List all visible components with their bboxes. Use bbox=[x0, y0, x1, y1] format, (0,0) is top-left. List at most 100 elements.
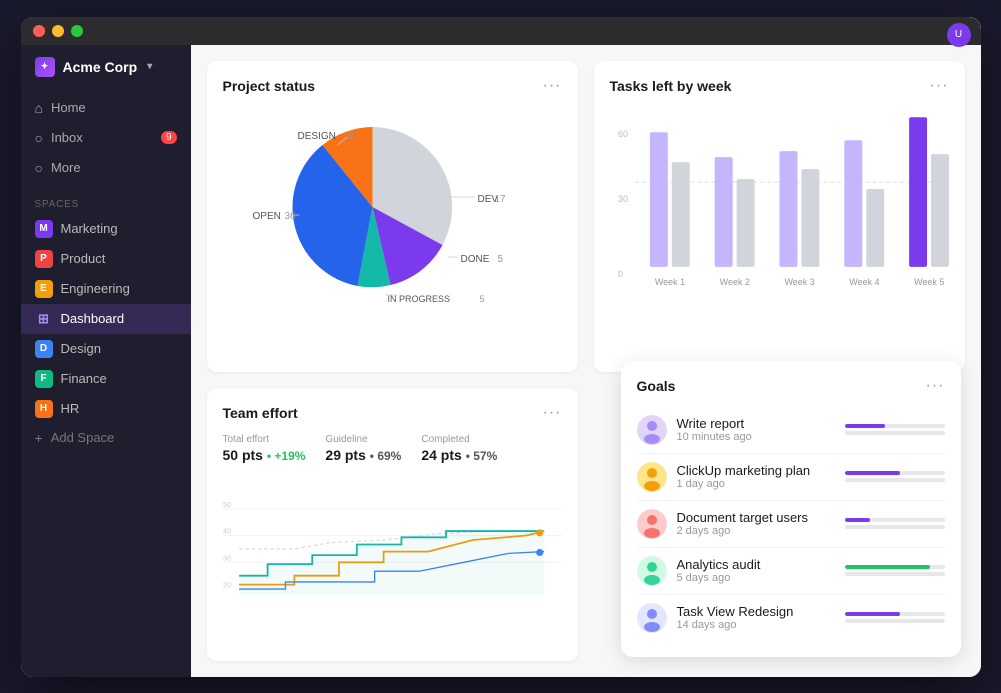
goal-item-5: Task View Redesign 14 days ago bbox=[637, 595, 945, 641]
goal-name-5: Task View Redesign bbox=[677, 604, 835, 619]
sidebar-item-design[interactable]: D Design bbox=[21, 334, 191, 364]
minimize-button[interactable] bbox=[52, 25, 64, 37]
tasks-more[interactable]: ··· bbox=[930, 77, 949, 95]
app-window: U ✦ Acme Corp ▾ ⌂ Home ○ Inbox 9 ○ More … bbox=[21, 17, 981, 677]
goal-avatar-2 bbox=[637, 462, 667, 492]
goal-info-2: ClickUp marketing plan 1 day ago bbox=[677, 463, 835, 490]
sidebar-nav: ⌂ Home ○ Inbox 9 ○ More bbox=[21, 89, 191, 187]
company-logo: ✦ bbox=[35, 57, 55, 77]
goal-name-3: Document target users bbox=[677, 510, 835, 525]
goals-card: Goals ··· Write report 10 minutes ago Cl… bbox=[621, 361, 961, 657]
sidebar-item-marketing[interactable]: M Marketing bbox=[21, 214, 191, 244]
stat-total: Total effort 50 pts • +19% bbox=[223, 434, 306, 463]
sidebar-item-inbox[interactable]: ○ Inbox 9 bbox=[21, 123, 191, 153]
svg-text:0: 0 bbox=[617, 268, 622, 278]
spaces-section-label: Spaces bbox=[21, 187, 191, 214]
svg-text:Week 4: Week 4 bbox=[849, 276, 879, 286]
design-badge: D bbox=[35, 340, 53, 358]
team-effort-header: Team effort ··· bbox=[223, 404, 562, 422]
finance-label: Finance bbox=[61, 371, 107, 386]
goal-info-3: Document target users 2 days ago bbox=[677, 510, 835, 537]
pie-chart-svg: DEV 17 DONE 5 IN PROGRESS 5 OPEN 36 DESI… bbox=[223, 107, 562, 307]
open-label: OPEN bbox=[252, 211, 280, 222]
goal-progress-4 bbox=[845, 565, 945, 576]
goals-title: Goals bbox=[637, 378, 676, 394]
close-button[interactable] bbox=[33, 25, 45, 37]
chevron-down-icon: ▾ bbox=[147, 61, 152, 72]
dev-value: 17 bbox=[494, 194, 506, 205]
goal-item-1: Write report 10 minutes ago bbox=[637, 407, 945, 454]
stat-completed: Completed 24 pts • 57% bbox=[421, 434, 497, 463]
sidebar-item-dashboard[interactable]: ⊞ Dashboard bbox=[21, 304, 191, 334]
goal-time-1: 10 minutes ago bbox=[677, 431, 835, 443]
goal-avatar-1 bbox=[637, 415, 667, 445]
tasks-by-week-title: Tasks left by week bbox=[610, 78, 732, 94]
goal-info-1: Write report 10 minutes ago bbox=[677, 416, 835, 443]
bar-w1-1 bbox=[649, 132, 667, 267]
add-space-label: Add Space bbox=[51, 430, 115, 445]
stat-total-value: 50 pts • +19% bbox=[223, 447, 306, 463]
bar-w3-1 bbox=[779, 151, 797, 267]
svg-text:Week 1: Week 1 bbox=[654, 276, 684, 286]
goal-avatar-4 bbox=[637, 556, 667, 586]
company-header[interactable]: ✦ Acme Corp ▾ bbox=[21, 45, 191, 89]
product-label: Product bbox=[61, 251, 106, 266]
goal-name-2: ClickUp marketing plan bbox=[677, 463, 835, 478]
home-label: Home bbox=[51, 100, 86, 115]
goal-time-3: 2 days ago bbox=[677, 525, 835, 537]
maximize-button[interactable] bbox=[71, 25, 83, 37]
project-status-title: Project status bbox=[223, 78, 316, 94]
tasks-by-week-header: Tasks left by week ··· bbox=[610, 77, 949, 95]
svg-text:20: 20 bbox=[223, 581, 231, 589]
engineering-label: Engineering bbox=[61, 281, 130, 296]
inprogress-label: IN PROGRESS bbox=[387, 294, 450, 304]
design-label: DESIGN bbox=[297, 131, 335, 142]
goal-name-1: Write report bbox=[677, 416, 835, 431]
company-name: Acme Corp bbox=[63, 59, 138, 75]
sidebar-item-home[interactable]: ⌂ Home bbox=[21, 93, 191, 123]
finance-badge: F bbox=[35, 370, 53, 388]
pie-chart-container: DEV 17 DONE 5 IN PROGRESS 5 OPEN 36 DESI… bbox=[223, 107, 562, 307]
svg-text:40: 40 bbox=[223, 528, 231, 536]
sidebar-item-engineering[interactable]: E Engineering bbox=[21, 274, 191, 304]
sidebar-item-hr[interactable]: H HR bbox=[21, 394, 191, 424]
dashboard-label: Dashboard bbox=[61, 311, 125, 326]
goal-info-4: Analytics audit 5 days ago bbox=[677, 557, 835, 584]
team-effort-card: Team effort ··· Total effort 50 pts • +1… bbox=[207, 388, 578, 661]
sidebar-item-more[interactable]: ○ More bbox=[21, 153, 191, 183]
bar-w2-2 bbox=[736, 179, 754, 267]
bar-w1-2 bbox=[671, 162, 689, 267]
user-avatar[interactable]: U bbox=[947, 23, 971, 47]
engineering-badge: E bbox=[35, 280, 53, 298]
design-value: 12 bbox=[342, 131, 354, 142]
line-chart-svg: 50 40 30 20 bbox=[223, 475, 562, 595]
stat-guideline: Guideline 29 pts • 69% bbox=[325, 434, 401, 463]
team-effort-more[interactable]: ··· bbox=[543, 404, 562, 422]
done-value: 5 bbox=[497, 254, 503, 265]
svg-text:30: 30 bbox=[223, 555, 231, 563]
project-status-header: Project status ··· bbox=[223, 77, 562, 95]
bar-w5-2 bbox=[931, 154, 949, 267]
add-space-button[interactable]: + Add Space bbox=[21, 424, 191, 452]
svg-text:Week 5: Week 5 bbox=[914, 276, 944, 286]
goals-more[interactable]: ··· bbox=[926, 377, 945, 395]
project-status-card: Project status ··· bbox=[207, 61, 578, 373]
marketing-badge: M bbox=[35, 220, 53, 238]
sidebar-item-product[interactable]: P Product bbox=[21, 244, 191, 274]
goal-progress-5 bbox=[845, 612, 945, 623]
goal-avatar-5 bbox=[637, 603, 667, 633]
goal-avatar-3 bbox=[637, 509, 667, 539]
design-label: Design bbox=[61, 341, 101, 356]
goal-time-4: 5 days ago bbox=[677, 572, 835, 584]
goals-header: Goals ··· bbox=[637, 377, 945, 395]
goal-item-2: ClickUp marketing plan 1 day ago bbox=[637, 454, 945, 501]
bar-w5-1 bbox=[909, 117, 927, 267]
svg-text:60: 60 bbox=[617, 129, 627, 139]
project-status-more[interactable]: ··· bbox=[543, 77, 562, 95]
bar-w2-1 bbox=[714, 157, 732, 267]
sidebar-item-finance[interactable]: F Finance bbox=[21, 364, 191, 394]
stat-guideline-value: 29 pts • 69% bbox=[325, 447, 401, 463]
line-chart: 50 40 30 20 bbox=[223, 475, 562, 595]
inbox-label: Inbox bbox=[51, 130, 83, 145]
bar-w3-2 bbox=[801, 169, 819, 267]
